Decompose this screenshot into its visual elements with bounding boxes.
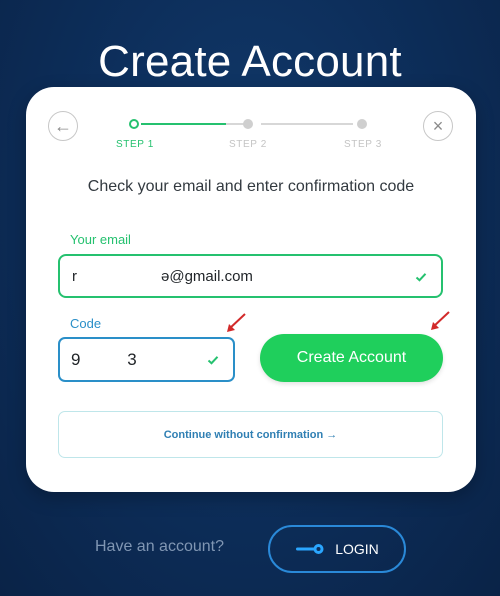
email-value-right: ə@gmail.com	[161, 268, 253, 285]
step-3-label: STEP 3	[344, 139, 382, 150]
have-account-text: Have an account?	[95, 538, 224, 555]
key-icon	[296, 544, 324, 554]
step-2-dot	[243, 119, 253, 129]
annotation-arrow-icon	[227, 313, 246, 332]
create-account-button[interactable]: Create Account	[260, 334, 443, 382]
page-title: Create Account	[98, 37, 402, 87]
check-icon	[415, 273, 427, 282]
step-2-label: STEP 2	[229, 139, 267, 150]
signup-card: ← × STEP 1 STEP 2 STEP 3 Check your emai…	[26, 87, 476, 492]
login-label: LOGIN	[335, 541, 379, 557]
code-label: Code	[70, 316, 102, 331]
arrow-left-icon: ←	[54, 116, 72, 136]
code-input[interactable]: 9 3	[58, 337, 235, 382]
continue-without-confirmation-button[interactable]: Continue without confirmation →	[58, 411, 443, 458]
instruction-text: Check your email and enter confirmation …	[87, 178, 415, 195]
step-line-progress	[141, 123, 226, 125]
close-icon: ×	[432, 116, 444, 136]
close-button[interactable]: ×	[423, 111, 453, 141]
email-field[interactable]: r ə@gmail.com	[58, 254, 443, 298]
check-icon	[207, 356, 219, 365]
annotation-arrow-icon	[431, 311, 450, 330]
step-1-dot	[129, 119, 139, 129]
step-line-2-3	[261, 123, 353, 125]
login-button[interactable]: LOGIN	[268, 525, 406, 573]
code-value: 9 3	[71, 350, 138, 369]
step-1-label: STEP 1	[116, 139, 154, 150]
email-value-left: r	[72, 268, 77, 285]
email-label: Your email	[70, 232, 131, 247]
step-3-dot	[357, 119, 367, 129]
back-button[interactable]: ←	[48, 111, 78, 141]
step-progress: STEP 1 STEP 2 STEP 3	[116, 119, 381, 159]
